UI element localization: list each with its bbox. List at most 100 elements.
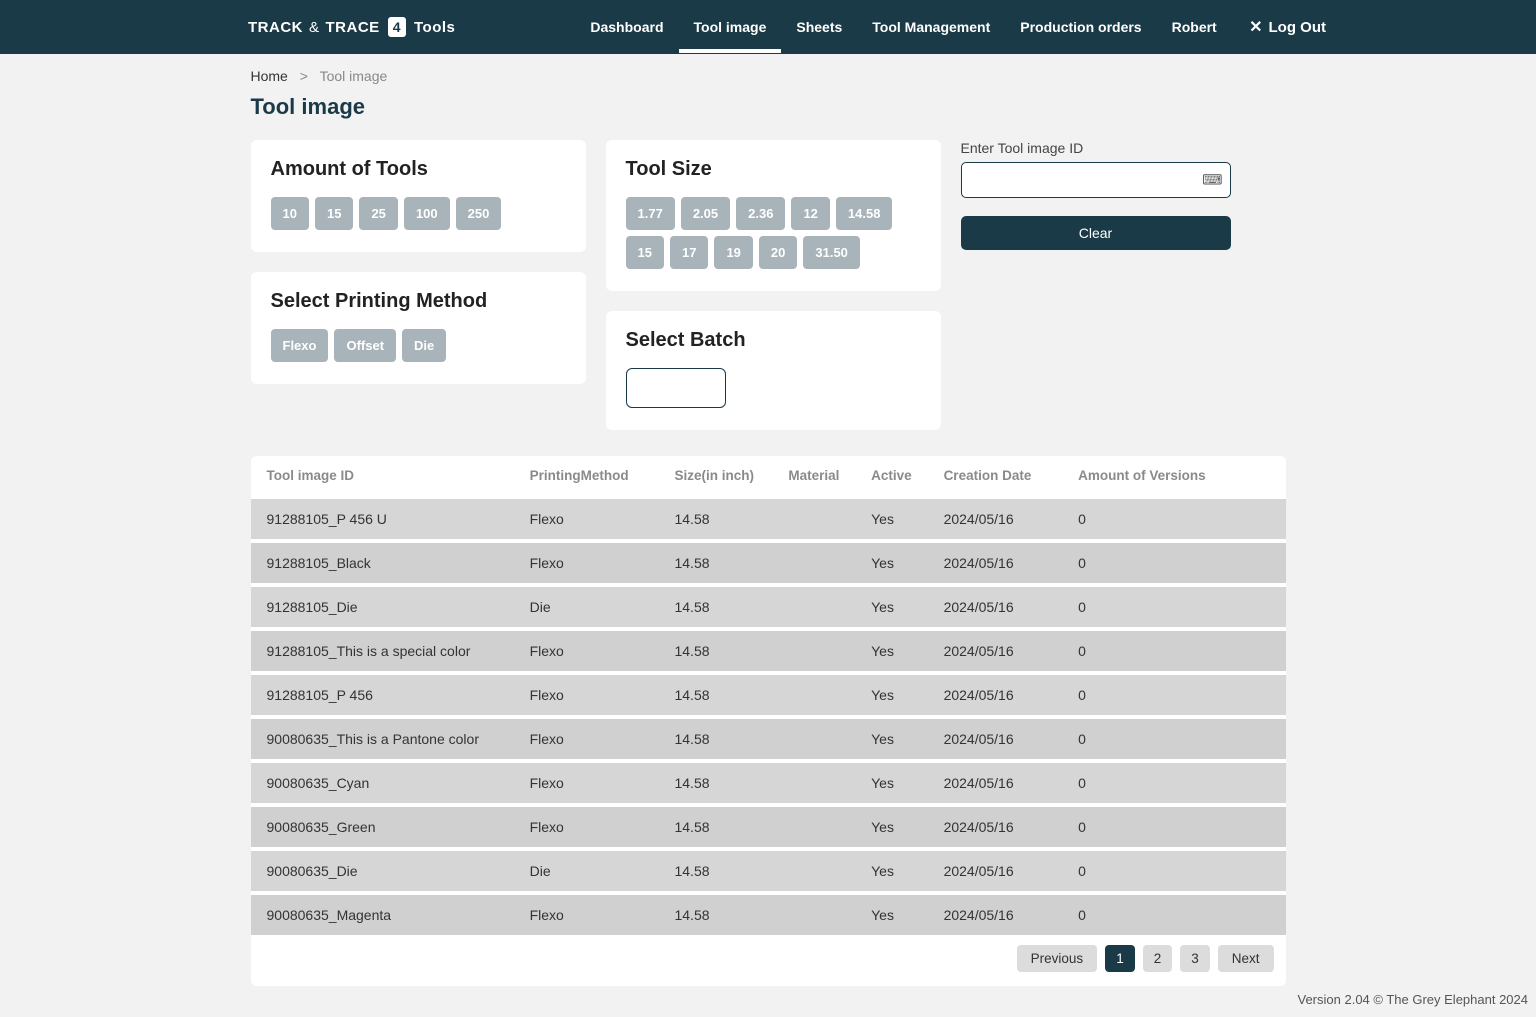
cell-active: Yes [861, 673, 933, 717]
cell-versions: 0 [1068, 585, 1285, 629]
breadcrumb-home[interactable]: Home [251, 68, 288, 84]
batch-input[interactable] [626, 368, 726, 408]
cell-material [778, 541, 861, 585]
tool-id-input[interactable] [961, 162, 1231, 198]
method-title: Select Printing Method [271, 290, 566, 313]
nav-tool-management[interactable]: Tool Management [857, 1, 1005, 53]
cell-date: 2024/05/16 [934, 893, 1069, 935]
method-chip-Die[interactable]: Die [402, 329, 446, 362]
table-row[interactable]: 90080635_This is a Pantone colorFlexo14.… [251, 717, 1286, 761]
size-card: Tool Size 1.772.052.361214.581517192031.… [606, 140, 941, 291]
cell-active: Yes [861, 849, 933, 893]
close-icon: ✕ [1249, 17, 1262, 37]
size-chip-2-05[interactable]: 2.05 [681, 197, 730, 230]
cell-size: 14.58 [664, 497, 778, 541]
table-row[interactable]: 91288105_P 456Flexo14.58Yes2024/05/160 [251, 673, 1286, 717]
cell-method: Flexo [520, 673, 665, 717]
logo-text-right: Tools [414, 19, 455, 36]
size-chip-19[interactable]: 19 [714, 236, 752, 269]
cell-versions: 0 [1068, 717, 1285, 761]
th-active[interactable]: Active [861, 456, 933, 497]
page-1[interactable]: 1 [1105, 945, 1135, 972]
batch-card: Select Batch [606, 311, 941, 430]
size-chip-1-77[interactable]: 1.77 [626, 197, 675, 230]
table-row[interactable]: 90080635_MagentaFlexo14.58Yes2024/05/160 [251, 893, 1286, 935]
table-row[interactable]: 90080635_GreenFlexo14.58Yes2024/05/160 [251, 805, 1286, 849]
cell-method: Flexo [520, 717, 665, 761]
nav-robert[interactable]: Robert [1157, 1, 1232, 53]
cell-size: 14.58 [664, 849, 778, 893]
size-chip-12[interactable]: 12 [791, 197, 829, 230]
cell-id: 91288105_P 456 [251, 673, 520, 717]
results-table: Tool image ID PrintingMethod Size(in inc… [251, 456, 1286, 935]
size-chip-17[interactable]: 17 [670, 236, 708, 269]
cell-size: 14.58 [664, 585, 778, 629]
th-versions[interactable]: Amount of Versions [1068, 456, 1285, 497]
clear-button[interactable]: Clear [961, 216, 1231, 250]
amount-chip-100[interactable]: 100 [404, 197, 450, 230]
cell-method: Flexo [520, 893, 665, 935]
logout-button[interactable]: ✕ Log Out [1249, 17, 1326, 37]
nav-tool-image[interactable]: Tool image [679, 1, 782, 53]
amount-chip-25[interactable]: 25 [359, 197, 397, 230]
amount-chip-15[interactable]: 15 [315, 197, 353, 230]
nav-sheets[interactable]: Sheets [781, 1, 857, 53]
cell-id: 90080635_This is a Pantone color [251, 717, 520, 761]
topbar: TRACK&TRACE 4 Tools Dashboard Tool image… [0, 0, 1536, 54]
cell-versions: 0 [1068, 629, 1285, 673]
cell-method: Flexo [520, 629, 665, 673]
size-chip-14-58[interactable]: 14.58 [836, 197, 893, 230]
cell-method: Flexo [520, 761, 665, 805]
amount-card: Amount of Tools 101525100250 [251, 140, 586, 252]
page-2[interactable]: 2 [1143, 945, 1173, 972]
cell-size: 14.58 [664, 893, 778, 935]
th-material[interactable]: Material [778, 456, 861, 497]
table-row[interactable]: 91288105_BlackFlexo14.58Yes2024/05/160 [251, 541, 1286, 585]
cell-material [778, 893, 861, 935]
logout-label: Log Out [1269, 19, 1326, 36]
table-row[interactable]: 91288105_DieDie14.58Yes2024/05/160 [251, 585, 1286, 629]
cell-date: 2024/05/16 [934, 717, 1069, 761]
cell-material [778, 629, 861, 673]
method-chip-Offset[interactable]: Offset [334, 329, 396, 362]
cell-material [778, 497, 861, 541]
table-row[interactable]: 91288105_This is a special colorFlexo14.… [251, 629, 1286, 673]
cell-date: 2024/05/16 [934, 497, 1069, 541]
cell-date: 2024/05/16 [934, 805, 1069, 849]
table-row[interactable]: 90080635_CyanFlexo14.58Yes2024/05/160 [251, 761, 1286, 805]
cell-active: Yes [861, 497, 933, 541]
size-chip-2-36[interactable]: 2.36 [736, 197, 785, 230]
amount-chip-10[interactable]: 10 [271, 197, 309, 230]
size-chip-20[interactable]: 20 [759, 236, 797, 269]
nav-production-orders[interactable]: Production orders [1005, 1, 1156, 53]
breadcrumb: Home > Tool image [251, 68, 1286, 84]
cell-versions: 0 [1068, 893, 1285, 935]
th-date[interactable]: Creation Date [934, 456, 1069, 497]
th-method[interactable]: PrintingMethod [520, 456, 665, 497]
logo-text-mid: TRACE [326, 19, 380, 36]
cell-id: 90080635_Die [251, 849, 520, 893]
table-row[interactable]: 91288105_P 456 UFlexo14.58Yes2024/05/160 [251, 497, 1286, 541]
table-row[interactable]: 90080635_DieDie14.58Yes2024/05/160 [251, 849, 1286, 893]
amount-title: Amount of Tools [271, 158, 566, 181]
page-prev[interactable]: Previous [1017, 945, 1098, 972]
size-chip-15[interactable]: 15 [626, 236, 664, 269]
page-3[interactable]: 3 [1180, 945, 1210, 972]
page-title: Tool image [251, 94, 1286, 120]
cell-active: Yes [861, 629, 933, 673]
page-next[interactable]: Next [1218, 945, 1274, 972]
cell-versions: 0 [1068, 673, 1285, 717]
th-size[interactable]: Size(in inch) [664, 456, 778, 497]
nav-dashboard[interactable]: Dashboard [575, 1, 678, 53]
th-id[interactable]: Tool image ID [251, 456, 520, 497]
cell-versions: 0 [1068, 849, 1285, 893]
cell-id: 90080635_Cyan [251, 761, 520, 805]
amount-chip-250[interactable]: 250 [456, 197, 502, 230]
cell-method: Die [520, 849, 665, 893]
cell-material [778, 673, 861, 717]
method-chip-Flexo[interactable]: Flexo [271, 329, 329, 362]
size-chip-31-50[interactable]: 31.50 [803, 236, 860, 269]
footer-version: Version 2.04 © The Grey Elephant 2024 [0, 986, 1536, 1017]
cell-date: 2024/05/16 [934, 761, 1069, 805]
cell-date: 2024/05/16 [934, 673, 1069, 717]
